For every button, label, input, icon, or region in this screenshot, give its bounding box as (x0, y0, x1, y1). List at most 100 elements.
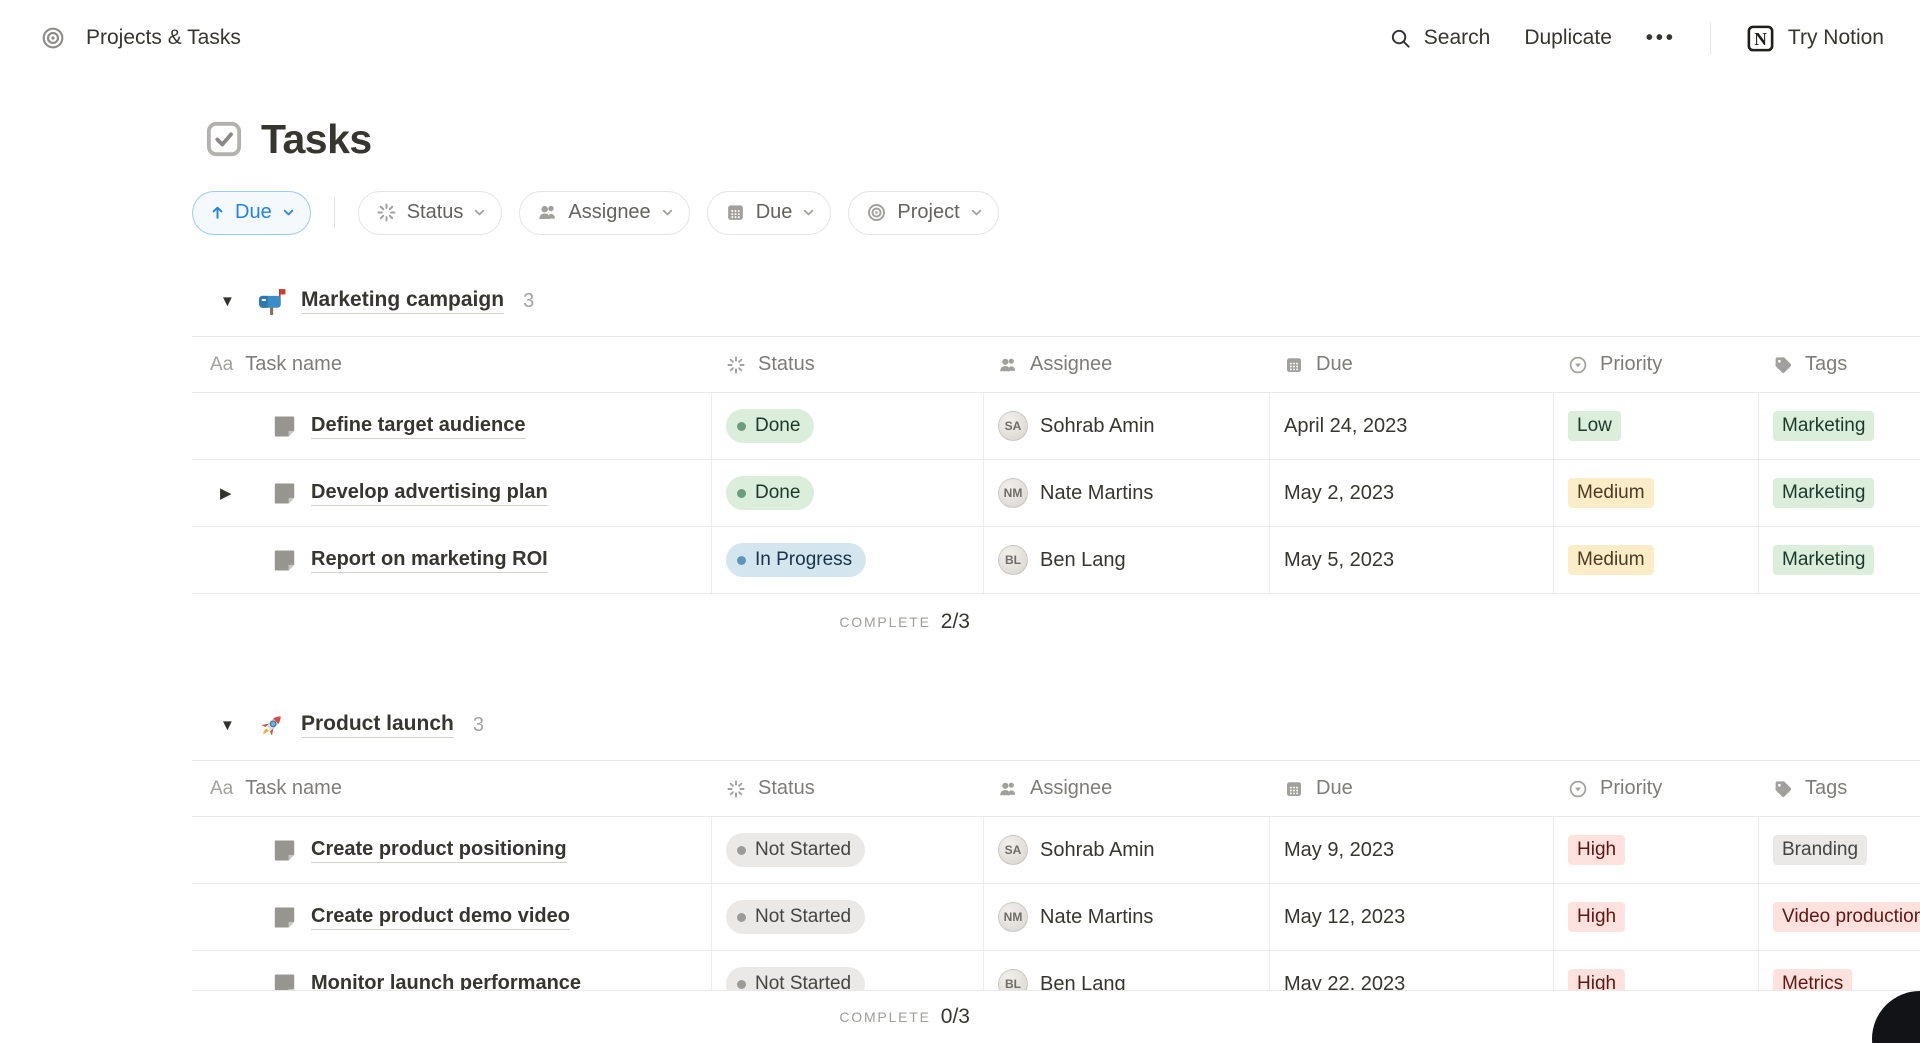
task-link[interactable]: Develop advertising plan (311, 481, 548, 506)
column-label: Tags (1805, 777, 1847, 800)
breadcrumb[interactable]: Projects & Tasks (40, 25, 241, 51)
try-notion-button[interactable]: N Try Notion (1745, 23, 1884, 54)
priority-tag[interactable]: High (1568, 902, 1625, 932)
task-link[interactable]: Create product positioning (311, 838, 567, 863)
collapse-triangle-icon[interactable]: ▼ (220, 293, 254, 310)
task-link[interactable]: Define target audience (311, 414, 526, 439)
chevron-down-icon (802, 206, 815, 219)
column-header-tags[interactable]: Tags (1759, 761, 1920, 816)
due-cell[interactable]: May 5, 2023 (1270, 527, 1554, 594)
tags-cell[interactable]: Marketing (1759, 393, 1920, 460)
status-cell[interactable]: Done (712, 393, 984, 460)
assignee-cell[interactable]: SA Sohrab Amin (984, 393, 1270, 460)
rocket-emoji-icon (254, 708, 288, 742)
sort-due-button[interactable]: Due (192, 191, 311, 235)
column-label: Status (758, 777, 815, 800)
topbar: Projects & Tasks Search Duplicate ••• (0, 0, 1920, 76)
tag[interactable]: Video production (1773, 902, 1920, 932)
assignee-cell[interactable]: BL Ben Lang (984, 527, 1270, 594)
expand-triangle-icon[interactable]: ▶ (220, 484, 232, 502)
status-cell[interactable]: Not Started (712, 817, 984, 884)
duplicate-button[interactable]: Duplicate (1524, 26, 1612, 50)
column-header-status[interactable]: Status (712, 337, 984, 392)
due-cell[interactable]: May 2, 2023 (1270, 460, 1554, 527)
tag[interactable]: Marketing (1773, 545, 1874, 575)
column-header-assignee[interactable]: Assignee (984, 761, 1270, 816)
column-label: Due (1316, 353, 1353, 376)
status-cell[interactable]: In Progress (712, 527, 984, 594)
column-label: Assignee (1030, 777, 1112, 800)
tags-cell[interactable]: Video production (1759, 884, 1920, 951)
status-pill[interactable]: Not Started (726, 900, 865, 934)
tags-cell[interactable]: Branding (1759, 817, 1920, 884)
svg-text:N: N (1754, 29, 1767, 49)
priority-tag[interactable]: High (1568, 835, 1625, 865)
tags-cell[interactable]: Marketing (1759, 527, 1920, 594)
status-pill[interactable]: Done (726, 476, 814, 510)
task-cell[interactable]: Create product demo video (192, 884, 712, 951)
tag[interactable]: Marketing (1773, 478, 1874, 508)
task-cell[interactable]: ▶ Develop advertising plan (192, 460, 712, 527)
column-header-due[interactable]: Due (1270, 337, 1554, 392)
column-header-priority[interactable]: Priority (1554, 337, 1759, 392)
status-cell[interactable]: Done (712, 460, 984, 527)
column-header-priority[interactable]: Priority (1554, 761, 1759, 816)
search-icon (1389, 27, 1412, 50)
complete-calc[interactable]: COMPLETE 0/3 (712, 991, 984, 1043)
status-pill[interactable]: In Progress (726, 543, 866, 577)
status-spinner-icon (726, 355, 746, 375)
complete-calc[interactable]: COMPLETE 2/3 (712, 594, 984, 650)
priority-tag[interactable]: Medium (1568, 478, 1654, 508)
duplicate-label: Duplicate (1524, 26, 1612, 50)
table-row: ▶ Develop advertising plan Done NM Nate … (192, 460, 1920, 527)
assignee-cell[interactable]: NM Nate Martins (984, 460, 1270, 527)
task-cell[interactable]: Create product positioning (192, 817, 712, 884)
assignee-cell[interactable]: SA Sohrab Amin (984, 817, 1270, 884)
column-header-task-name[interactable]: Aa Task name (192, 337, 712, 392)
group-header-marketing-campaign: ▼ Marketing campaign 3 (0, 278, 1920, 324)
filter-assignee-button[interactable]: Assignee (519, 191, 689, 235)
priority-cell[interactable]: High (1554, 884, 1759, 951)
calendar-icon (1284, 779, 1304, 799)
priority-cell[interactable]: High (1554, 817, 1759, 884)
tags-cell[interactable]: Marketing (1759, 460, 1920, 527)
status-pill[interactable]: Done (726, 409, 814, 443)
column-header-assignee[interactable]: Assignee (984, 337, 1270, 392)
group-name[interactable]: Product launch (301, 712, 454, 738)
filter-assignee-label: Assignee (568, 201, 650, 224)
try-notion-label: Try Notion (1788, 26, 1884, 50)
due-cell[interactable]: May 9, 2023 (1270, 817, 1554, 884)
task-link[interactable]: Report on marketing ROI (311, 548, 548, 573)
group-name[interactable]: Marketing campaign (301, 288, 504, 314)
filter-status-button[interactable]: Status (358, 191, 503, 235)
task-link[interactable]: Create product demo video (311, 905, 570, 930)
task-cell[interactable]: Report on marketing ROI (192, 527, 712, 594)
status-cell[interactable]: Not Started (712, 884, 984, 951)
filter-due-button[interactable]: Due (707, 191, 832, 235)
due-date: May 2, 2023 (1284, 482, 1394, 505)
priority-tag[interactable]: Low (1568, 411, 1621, 441)
tag[interactable]: Branding (1773, 835, 1867, 865)
search-label: Search (1424, 26, 1491, 50)
column-header-due[interactable]: Due (1270, 761, 1554, 816)
column-header-tags[interactable]: Tags (1759, 337, 1920, 392)
filter-project-button[interactable]: Project (848, 191, 998, 235)
task-cell[interactable]: Define target audience (192, 393, 712, 460)
collapse-triangle-icon[interactable]: ▼ (220, 717, 254, 734)
status-pill[interactable]: Not Started (726, 833, 865, 867)
column-header-status[interactable]: Status (712, 761, 984, 816)
due-cell[interactable]: April 24, 2023 (1270, 393, 1554, 460)
due-cell[interactable]: May 12, 2023 (1270, 884, 1554, 951)
calc-row: COMPLETE 2/3 (192, 594, 1920, 650)
priority-tag[interactable]: Medium (1568, 545, 1654, 575)
column-label: Priority (1600, 777, 1662, 800)
notion-logo-icon: N (1745, 23, 1776, 54)
search-button[interactable]: Search (1389, 26, 1491, 50)
tag[interactable]: Marketing (1773, 411, 1874, 441)
more-options-button[interactable]: ••• (1646, 27, 1676, 50)
column-header-task-name[interactable]: Aa Task name (192, 761, 712, 816)
assignee-cell[interactable]: NM Nate Martins (984, 884, 1270, 951)
priority-cell[interactable]: Low (1554, 393, 1759, 460)
priority-cell[interactable]: Medium (1554, 460, 1759, 527)
priority-cell[interactable]: Medium (1554, 527, 1759, 594)
